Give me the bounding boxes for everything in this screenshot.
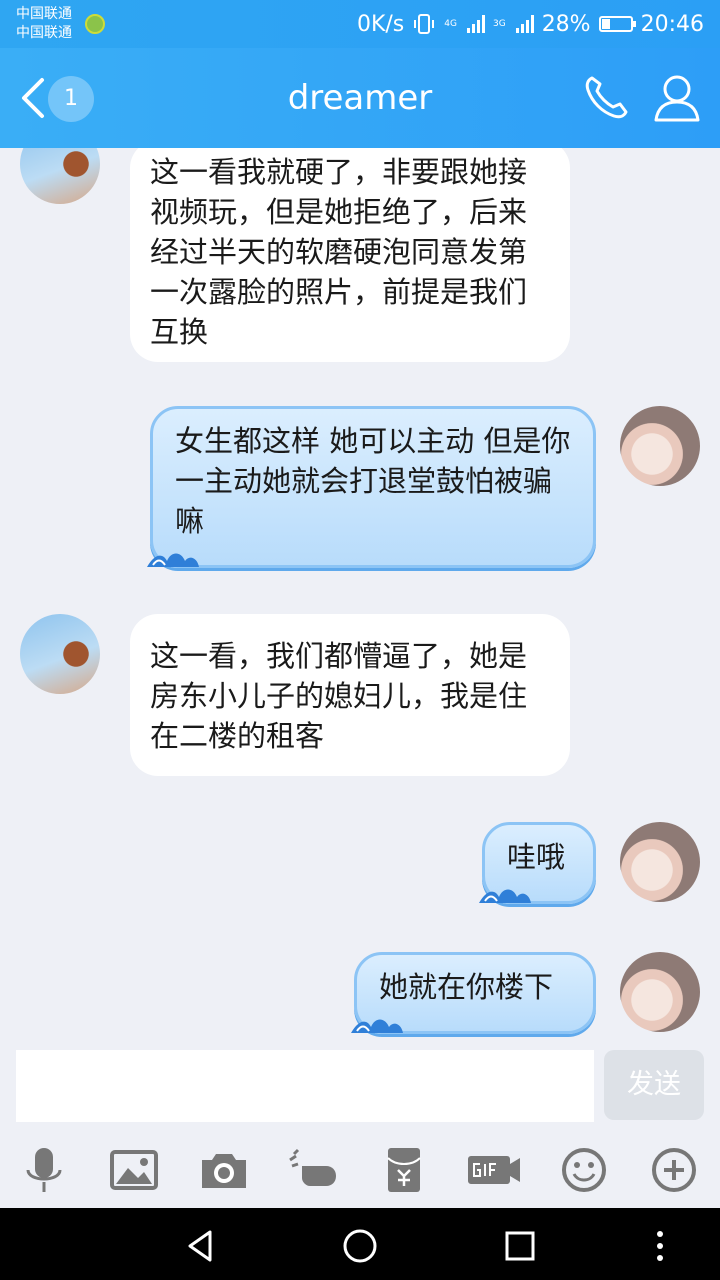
send-button[interactable]: 发送 [604,1050,704,1120]
wave-decoration-icon [147,553,199,567]
message-outgoing[interactable]: 她就在你楼下 [351,952,596,1034]
emoji-icon[interactable] [556,1142,612,1198]
carrier-2: 中国联通 [16,25,72,41]
wave-decoration-icon [351,1019,403,1033]
carrier-1: 中国联通 [16,6,72,22]
message-list[interactable]: 这一看我就硬了，非要跟她接视频玩，但是她拒绝了，后来经过半天的软磨硬泡同意发第一… [0,148,720,1048]
battery-percent: 28% [541,11,591,37]
message-text: 这一看我就硬了，非要跟她接视频玩，但是她拒绝了，后来经过半天的软磨硬泡同意发第一… [150,155,528,349]
wave-decoration-icon [479,889,531,903]
self-avatar[interactable] [620,406,700,486]
home-circle-icon[interactable] [340,1226,380,1266]
network-speed: 0K/s [356,11,405,37]
battery-fill [601,19,610,29]
contact-avatar[interactable] [20,614,100,694]
contact-avatar[interactable] [20,148,100,204]
gif-icon[interactable] [466,1142,522,1198]
camera-icon[interactable] [196,1142,252,1198]
input-toolbar [0,1130,720,1208]
red-packet-icon[interactable] [376,1142,432,1198]
status-indicators: 0K/s 4G 3G 28% 20:46 [357,10,704,38]
battery-icon [598,16,636,32]
message-input[interactable] [16,1050,594,1122]
network-type-2: 3G [492,18,506,29]
net-2-label: 3G [492,18,506,29]
sim-status-icon [85,14,105,34]
signal-icon-1 [466,15,485,33]
system-nav-bar [0,1208,720,1280]
recents-square-icon[interactable] [500,1226,540,1266]
person-icon[interactable] [652,72,702,124]
message-incoming[interactable]: 这一看，我们都懵逼了，她是房东小儿子的媳妇儿，我是住在二楼的租客 [130,614,570,776]
net-1-label: 4G [444,18,457,29]
message-outgoing[interactable]: 哇哦 [479,822,596,904]
phone-icon[interactable] [580,72,632,124]
plus-icon[interactable] [646,1142,702,1198]
poke-hand-icon[interactable] [286,1142,342,1198]
message-incoming[interactable]: 这一看我就硬了，非要跟她接视频玩，但是她拒绝了，后来经过半天的软磨硬泡同意发第一… [130,148,570,362]
microphone-icon[interactable] [16,1142,72,1198]
carrier-labels: 中国联通 中国联通 [16,5,72,43]
message-outgoing[interactable]: 女生都这样 她可以主动 但是你一主动她就会打退堂鼓怕被骗嘛 [147,406,596,568]
vibrate-icon [414,14,435,34]
status-bar: 中国联通 中国联通 0K/s 4G 3G 28% 20:46 [0,0,720,48]
message-text: 她就在你楼下 [379,970,554,1004]
message-text: 哇哦 [507,840,566,874]
message-text: 女生都这样 她可以主动 但是你一主动她就会打退堂鼓怕被骗嘛 [175,424,571,538]
more-dots-icon[interactable] [640,1226,680,1266]
self-avatar[interactable] [620,822,700,902]
network-type-1: 4G [444,18,457,29]
message-text: 这一看，我们都懵逼了，她是房东小儿子的媳妇儿，我是住在二楼的租客 [150,639,528,753]
image-icon[interactable] [106,1142,162,1198]
clock: 20:46 [640,11,704,37]
signal-icon-2 [515,15,534,33]
self-avatar[interactable] [620,952,700,1032]
chat-header: 1 dreamer [0,48,720,148]
back-triangle-icon[interactable] [180,1226,220,1266]
